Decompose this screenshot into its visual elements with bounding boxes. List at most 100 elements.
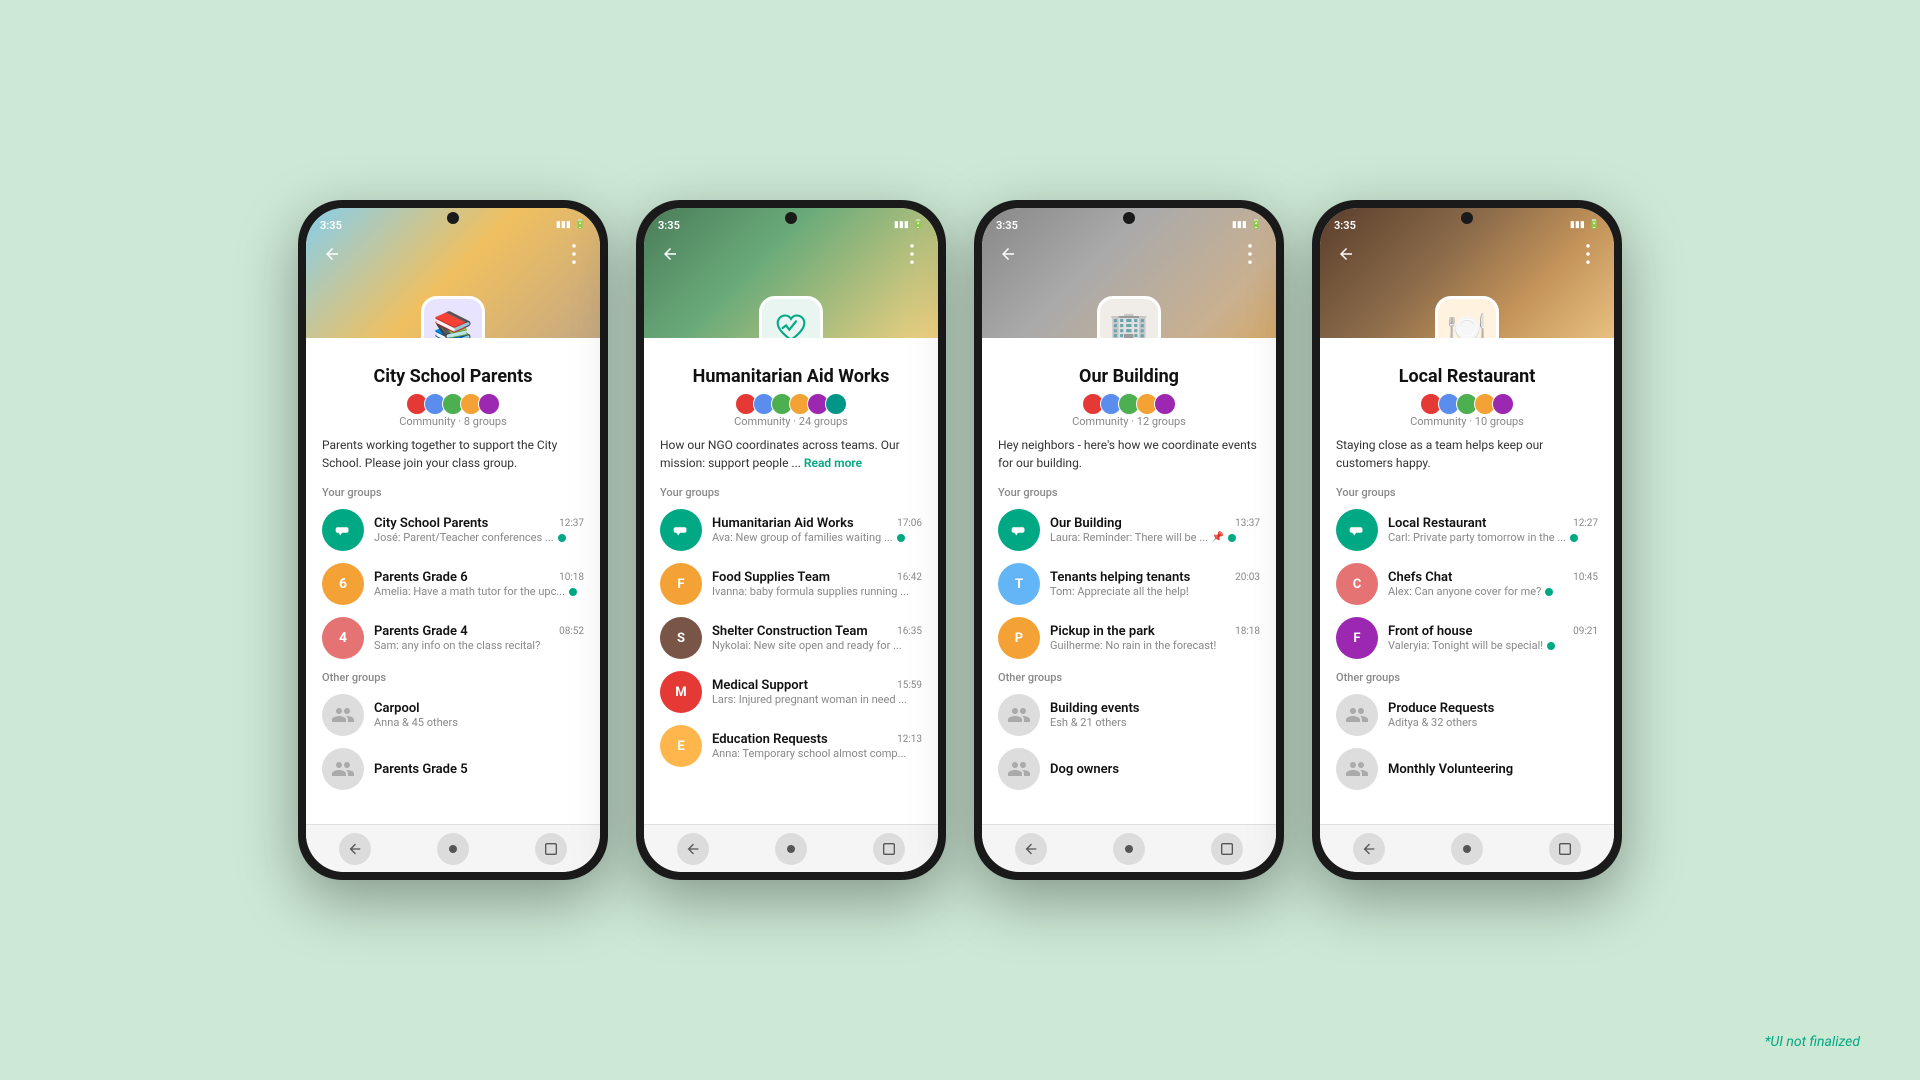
community-icon-3: 🏢 xyxy=(1097,296,1161,338)
community-desc-4: Staying close as a team helps keep our c… xyxy=(1320,436,1614,480)
chat-item-building-events[interactable]: Building events Esh & 21 others xyxy=(982,688,1276,742)
chat-item-monthly-volunteering[interactable]: Monthly Volunteering xyxy=(1320,742,1614,796)
community-meta-3: Community · 12 groups xyxy=(982,415,1276,428)
chat-time-shelter: 16:35 xyxy=(897,626,922,637)
back-button-3[interactable] xyxy=(994,240,1022,268)
nav-back-2[interactable] xyxy=(677,833,709,865)
chat-info-haw: Humanitarian Aid Works 17:06 Ava: New gr… xyxy=(712,516,922,544)
signal-icon-1: ▮▮▮ xyxy=(556,220,571,230)
nav-back-1[interactable] xyxy=(339,833,371,865)
chat-name-pg5: Parents Grade 5 xyxy=(374,762,468,777)
chat-item-medical[interactable]: M Medical Support 15:59 Lars: Injured pr… xyxy=(644,665,938,719)
phone-4: 3:35 ▮▮▮ 🔋 🍽️ xyxy=(1312,200,1622,880)
phone-content-4: Local Restaurant Community · 10 groups S… xyxy=(1320,338,1614,824)
community-meta-2: Community · 24 groups xyxy=(644,415,938,428)
chat-time-cc: 10:45 xyxy=(1573,572,1598,583)
nav-square-3[interactable] xyxy=(1211,833,1243,865)
chat-item-parents-grade6[interactable]: 6 Parents Grade 6 10:18 Amelia: Have a m… xyxy=(306,557,600,611)
footnote: *UI not finalized xyxy=(1765,1034,1860,1050)
your-groups-label-3: Your groups xyxy=(982,480,1276,503)
chat-item-haw[interactable]: Humanitarian Aid Works 17:06 Ava: New gr… xyxy=(644,503,938,557)
header-image-2: 3:35 ▮▮▮ 🔋 xyxy=(644,208,938,338)
status-icons-4: ▮▮▮ 🔋 xyxy=(1570,220,1600,230)
chat-item-parents-grade4[interactable]: 4 Parents Grade 4 08:52 Sam: any info on… xyxy=(306,611,600,665)
phone-1: 3:35 ▮▮▮ 🔋 📚 xyxy=(298,200,608,880)
chat-item-front-of-house[interactable]: F Front of house 09:21 Valeryia: Tonight… xyxy=(1320,611,1614,665)
chat-avatar-carpool xyxy=(322,694,364,736)
nav-home-3[interactable] xyxy=(1113,833,1145,865)
chat-info-lr: Local Restaurant 12:27 Carl: Private par… xyxy=(1388,516,1598,544)
more-button-2[interactable] xyxy=(898,240,926,268)
header-image-3: 3:35 ▮▮▮ 🔋 🏢 xyxy=(982,208,1276,338)
nav-bar-4 xyxy=(1320,824,1614,872)
nav-home-4[interactable] xyxy=(1451,833,1483,865)
chat-avatar-be xyxy=(998,694,1040,736)
chat-name-food: Food Supplies Team xyxy=(712,570,830,585)
status-icons-2: ▮▮▮ 🔋 xyxy=(894,220,924,230)
avatar-4-5 xyxy=(1492,393,1514,415)
chat-item-pickup[interactable]: P Pickup in the park 18:18 Guilherme: No… xyxy=(982,611,1276,665)
chat-info-pickup: Pickup in the park 18:18 Guilherme: No r… xyxy=(1050,624,1260,652)
phone-content-3: Our Building Community · 12 groups Hey n… xyxy=(982,338,1276,824)
avatar-row-2 xyxy=(644,393,938,415)
chat-name-edu: Education Requests xyxy=(712,732,828,747)
chat-name-be: Building events xyxy=(1050,701,1140,716)
chat-info-foh: Front of house 09:21 Valeryia: Tonight w… xyxy=(1388,624,1598,652)
unread-dot-ob xyxy=(1228,534,1236,542)
chat-time-ob: 13:37 xyxy=(1235,518,1260,529)
chat-name-ob: Our Building xyxy=(1050,516,1122,531)
more-button-1[interactable] xyxy=(560,240,588,268)
chat-name-foh: Front of house xyxy=(1388,624,1472,639)
chat-info-tenants: Tenants helping tenants 20:03 Tom: Appre… xyxy=(1050,570,1260,598)
nav-square-1[interactable] xyxy=(535,833,567,865)
chat-item-city-school-parents[interactable]: City School Parents 12:37 José: Parent/T… xyxy=(306,503,600,557)
more-button-3[interactable] xyxy=(1236,240,1264,268)
your-groups-label-1: Your groups xyxy=(306,480,600,503)
chat-avatar-pg4: 4 xyxy=(322,617,364,659)
chat-item-local-restaurant[interactable]: Local Restaurant 12:27 Carl: Private par… xyxy=(1320,503,1614,557)
status-time-4: 3:35 xyxy=(1334,219,1356,232)
back-button-1[interactable] xyxy=(318,240,346,268)
battery-icon-3: 🔋 xyxy=(1251,220,1262,230)
chat-avatar-haw xyxy=(660,509,702,551)
chat-time-pg6: 10:18 xyxy=(559,572,584,583)
chat-info-edu: Education Requests 12:13 Anna: Temporary… xyxy=(712,732,922,760)
chat-preview-ob: Laura: Reminder: There will be ... 📌 xyxy=(1050,531,1260,544)
chat-name-mv: Monthly Volunteering xyxy=(1388,762,1513,777)
chat-item-produce-requests[interactable]: Produce Requests Aditya & 32 others xyxy=(1320,688,1614,742)
chat-item-education[interactable]: E Education Requests 12:13 Anna: Tempora… xyxy=(644,719,938,773)
chat-name-tenants: Tenants helping tenants xyxy=(1050,570,1190,585)
avatar-2-6 xyxy=(825,393,847,415)
unread-dot-cc xyxy=(1545,588,1553,596)
chat-avatar-csp xyxy=(322,509,364,551)
chat-preview-csp: José: Parent/Teacher conferences ... xyxy=(374,531,584,544)
unread-dot-haw xyxy=(897,534,905,542)
chat-info-pg5: Parents Grade 5 xyxy=(374,762,584,777)
chat-item-shelter[interactable]: S Shelter Construction Team 16:35 Nykola… xyxy=(644,611,938,665)
chat-time-pickup: 18:18 xyxy=(1235,626,1260,637)
nav-square-2[interactable] xyxy=(873,833,905,865)
nav-home-1[interactable] xyxy=(437,833,469,865)
phone-content-2: Humanitarian Aid Works Community · 24 gr… xyxy=(644,338,938,824)
nav-back-3[interactable] xyxy=(1015,833,1047,865)
nav-back-4[interactable] xyxy=(1353,833,1385,865)
more-button-4[interactable] xyxy=(1574,240,1602,268)
chat-item-food[interactable]: F Food Supplies Team 16:42 Ivanna: baby … xyxy=(644,557,938,611)
chat-item-our-building[interactable]: Our Building 13:37 Laura: Reminder: Ther… xyxy=(982,503,1276,557)
community-icon-1: 📚 xyxy=(421,296,485,338)
read-more-2[interactable]: Read more xyxy=(804,456,862,470)
nav-square-4[interactable] xyxy=(1549,833,1581,865)
back-button-2[interactable] xyxy=(656,240,684,268)
back-button-4[interactable] xyxy=(1332,240,1360,268)
chat-item-tenants[interactable]: T Tenants helping tenants 20:03 Tom: App… xyxy=(982,557,1276,611)
chat-info-csp: City School Parents 12:37 José: Parent/T… xyxy=(374,516,584,544)
chat-item-chefs-chat[interactable]: C Chefs Chat 10:45 Alex: Can anyone cove… xyxy=(1320,557,1614,611)
phone-3: 3:35 ▮▮▮ 🔋 🏢 xyxy=(974,200,1284,880)
chat-item-parents-grade5[interactable]: Parents Grade 5 xyxy=(306,742,600,796)
phones-container: 3:35 ▮▮▮ 🔋 📚 xyxy=(258,160,1662,920)
chat-info-be: Building events Esh & 21 others xyxy=(1050,701,1260,729)
signal-icon-3: ▮▮▮ xyxy=(1232,220,1247,230)
chat-item-dog-owners[interactable]: Dog owners xyxy=(982,742,1276,796)
chat-item-carpool[interactable]: Carpool Anna & 45 others xyxy=(306,688,600,742)
nav-home-2[interactable] xyxy=(775,833,807,865)
